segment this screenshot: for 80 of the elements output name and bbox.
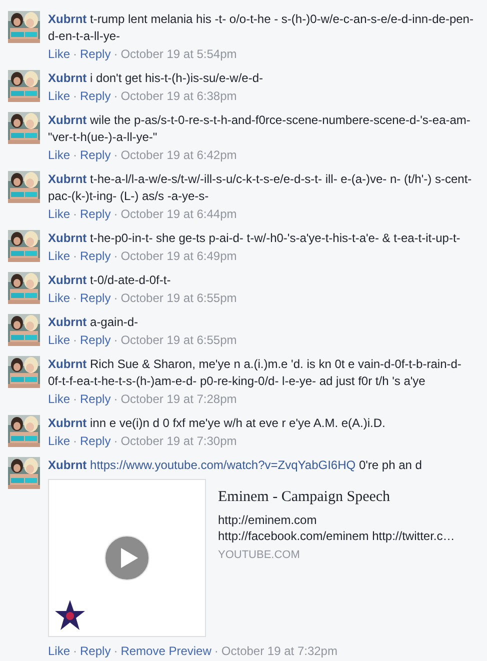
timestamp[interactable]: October 19 at 6:55pm	[120, 291, 237, 305]
action-link[interactable]: Reply	[80, 89, 111, 103]
author-link[interactable]: Xubrnt	[48, 273, 87, 287]
action-link[interactable]: Reply	[80, 249, 111, 263]
author-link[interactable]: Xubrnt	[48, 172, 87, 186]
separator-dot: ·	[114, 249, 118, 263]
comment-text: Xubrnt i don't get his-t-(h-)is-su/e-w/e-d-	[48, 70, 264, 87]
separator-dot: ·	[114, 291, 118, 305]
separator-dot: ·	[114, 89, 118, 103]
timestamp[interactable]: October 19 at 6:44pm	[120, 207, 237, 221]
author-link[interactable]: Xubrnt	[48, 458, 87, 472]
action-link[interactable]: Reply	[80, 47, 111, 61]
comment-text: Xubrnt t-0/d-ate-d-0f-t-	[48, 272, 172, 289]
author-link[interactable]: Xubrnt	[48, 71, 87, 85]
separator-dot: ·	[214, 644, 218, 658]
action-link[interactable]: Like	[48, 644, 70, 658]
play-icon[interactable]	[104, 535, 150, 581]
separator-dot: ·	[114, 392, 118, 406]
action-link[interactable]: Like	[48, 89, 70, 103]
action-link[interactable]: Like	[48, 291, 70, 305]
author-link[interactable]: Xubrnt	[48, 231, 87, 245]
action-link[interactable]: Like	[48, 392, 70, 406]
url-link[interactable]: https://www.youtube.com/watch?v=ZvqYabGI6HQ	[90, 458, 356, 472]
separator-dot: ·	[73, 89, 78, 103]
comment-text: Xubrnt t-he-p0-in-t- she ge-ts p-ai-d- t-w/-h0-'s-a'ye-t-his-t-a'e- & t-ea-t-it-up-t-	[48, 230, 462, 247]
preview-domain: YOUTUBE.COM	[218, 549, 301, 561]
action-link[interactable]: Like	[48, 333, 70, 347]
separator-dot: ·	[73, 291, 78, 305]
action-link[interactable]: Reply	[80, 434, 111, 448]
action-link[interactable]: Reply	[80, 207, 111, 221]
separator-dot: ·	[114, 333, 118, 347]
timestamp[interactable]: October 19 at 6:38pm	[120, 89, 237, 103]
action-link[interactable]: Like	[48, 47, 70, 61]
action-link[interactable]: Like	[48, 434, 70, 448]
comment-text: Xubrnt https://www.youtube.com/watch?v=ZvqYabGI6HQ 0're ph an d	[48, 457, 423, 474]
comment-text: Xubrnt wile the p-as/s-t-0-re-s-t-h-and-f0rce-scene-numbere-scene-d-'s-ea-am-"ver-t-h(ue-)-a-ll-ye-"	[48, 112, 472, 146]
action-link[interactable]: Remove Preview	[120, 644, 212, 658]
action-link[interactable]: Reply	[80, 148, 111, 162]
separator-dot: ·	[114, 207, 118, 221]
author-link[interactable]: Xubrnt	[48, 315, 87, 329]
separator-dot: ·	[73, 392, 78, 406]
action-link[interactable]: Like	[48, 249, 70, 263]
separator-dot: ·	[114, 644, 118, 658]
timestamp[interactable]: October 19 at 6:42pm	[120, 148, 237, 162]
separator-dot: ·	[114, 47, 118, 61]
comment-text: Xubrnt t-he-a-l/l-a-w/e-s/t-w/-ill-s-u/c-k-t-s-e/e-d-s-t- ill- e-(a-)ve- n- (t/h'-) s-cent-pac-(k-)t-ing- (L-) as/s -a-ye-s-	[48, 171, 473, 205]
timestamp[interactable]: October 19 at 7:28pm	[120, 392, 237, 406]
preview-description: http://facebook.com/eminem http://twitter.c…	[218, 528, 455, 544]
separator-dot: ·	[73, 644, 78, 658]
separator-dot: ·	[73, 249, 78, 263]
action-link[interactable]: Reply	[80, 644, 111, 658]
author-link[interactable]: Xubrnt	[48, 12, 87, 26]
separator-dot: ·	[73, 434, 78, 448]
action-link[interactable]: Reply	[80, 392, 111, 406]
timestamp[interactable]: October 19 at 7:30pm	[120, 434, 237, 448]
separator-dot: ·	[73, 47, 78, 61]
video-thumbnail[interactable]	[48, 479, 206, 637]
comment-text: Xubrnt inn e ve(i)n d 0 fxf me'ye w/h at eve r e'ye A.M. e(A.)i.D.	[48, 415, 386, 432]
action-link[interactable]: Reply	[80, 291, 111, 305]
preview-description: http://eminem.com	[218, 512, 318, 528]
comment-text: Xubrnt t-rump lent melania his -t- o/o-t-he - s-(h-)0-w/e-c-an-s-e/e-d-inn-de-pen-d-en-t-a-ll-ye-	[48, 11, 474, 45]
separator-dot: ·	[114, 148, 118, 162]
separator-dot: ·	[73, 207, 78, 221]
author-link[interactable]: Xubrnt	[48, 416, 87, 430]
action-link[interactable]: Like	[48, 207, 70, 221]
action-link[interactable]: Like	[48, 148, 70, 162]
timestamp[interactable]: October 19 at 7:32pm	[221, 644, 338, 658]
separator-dot: ·	[73, 148, 78, 162]
timestamp[interactable]: October 19 at 5:54pm	[120, 47, 237, 61]
author-link[interactable]: Xubrnt	[48, 357, 87, 371]
separator-dot: ·	[114, 434, 118, 448]
action-link[interactable]: Reply	[80, 333, 111, 347]
separator-dot: ·	[73, 333, 78, 347]
comment-text: Xubrnt Rich Sue & Sharon, me'ye n a.(i.)m.e 'd. is kn 0t e vain-d-0f-t-b-rain-d-0f-t-f-ea-t-he-t-s-(h-)am-e-d- p0-re-king-0/d- l-e-ye- ad just f0r t/h 's a'ye	[48, 356, 462, 390]
author-link[interactable]: Xubrnt	[48, 113, 87, 127]
timestamp[interactable]: October 19 at 6:49pm	[120, 249, 237, 263]
comment-text: Xubrnt a-gain-d-	[48, 314, 140, 331]
timestamp[interactable]: October 19 at 6:55pm	[120, 333, 237, 347]
star-icon	[54, 600, 86, 630]
preview-title[interactable]: Eminem - Campaign Speech	[218, 489, 455, 506]
